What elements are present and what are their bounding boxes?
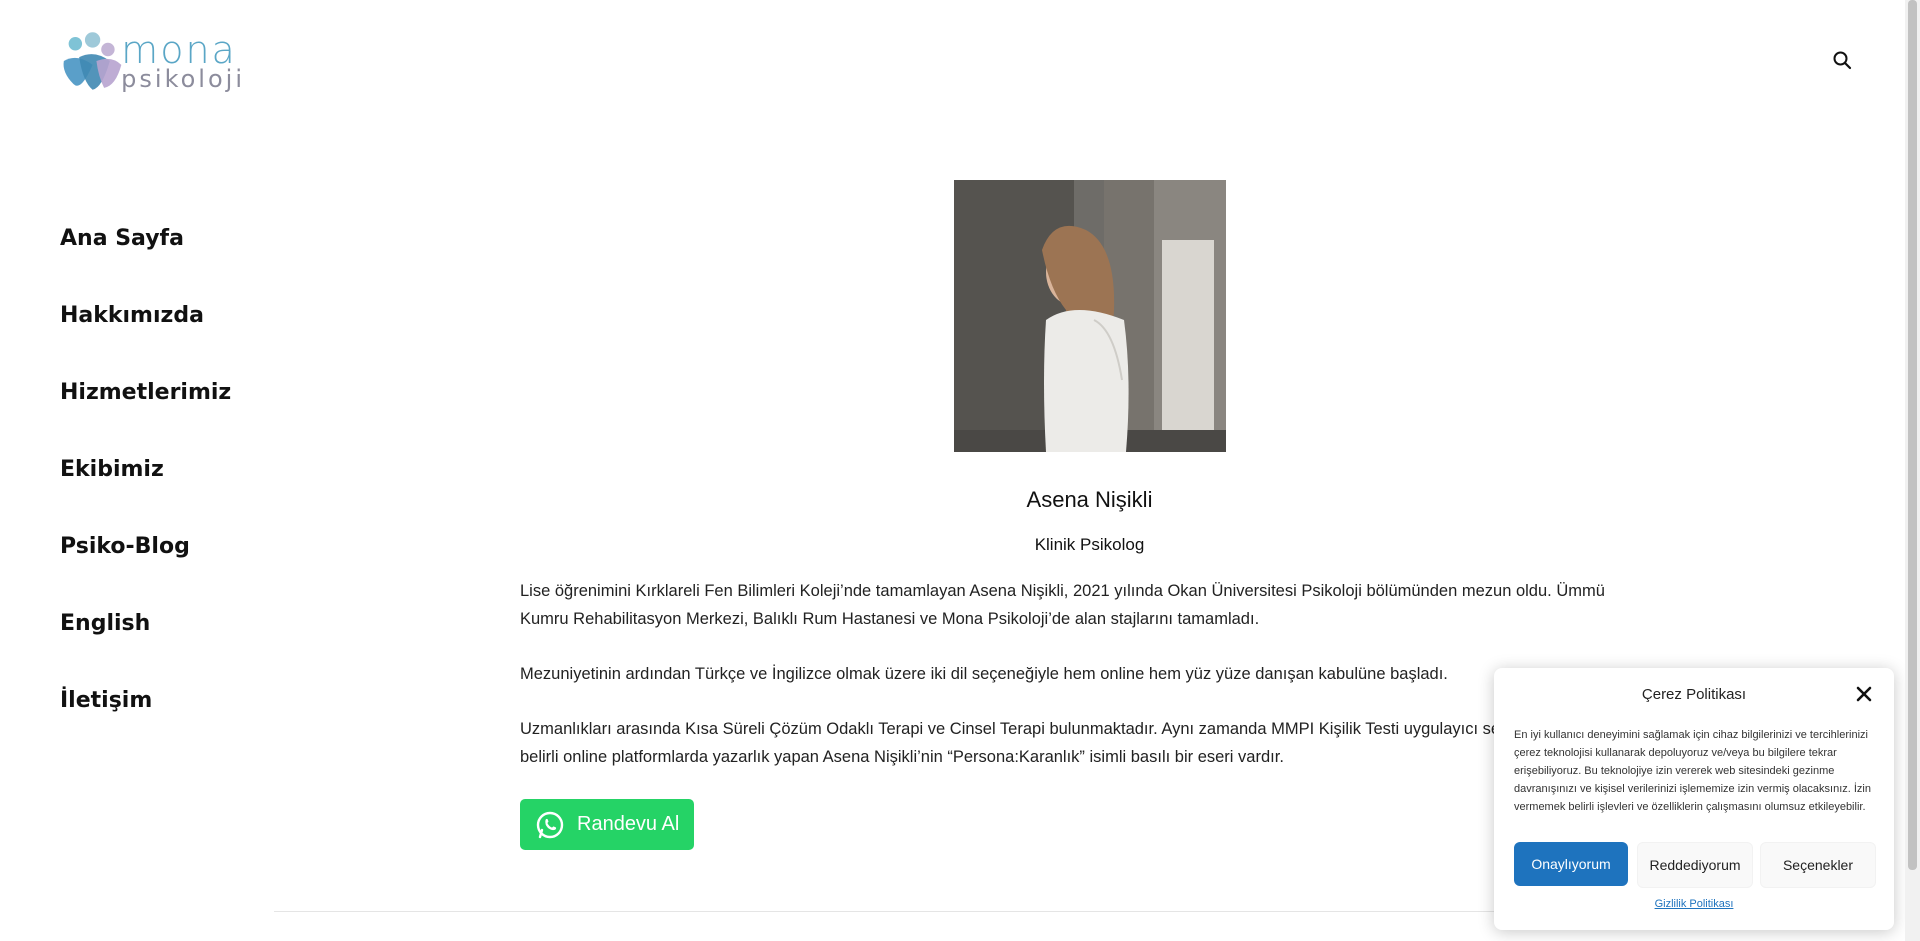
profile-photo	[954, 180, 1226, 452]
close-icon[interactable]	[1854, 684, 1874, 704]
bio-paragraph: Uzmanlıkları arasında Kısa Süreli Çözüm …	[520, 720, 1605, 766]
cookie-title: Çerez Politikası	[1641, 686, 1747, 703]
nav-item-hizmetlerimiz[interactable]: Hizmetlerimiz	[60, 372, 231, 449]
scrollbar-thumb[interactable]	[1908, 0, 1917, 870]
profile-bio: Lise öğrenimini Kırklareli Fen Bilimleri…	[520, 577, 1620, 798]
logo-name: mona	[121, 28, 237, 72]
nav-item-hakkimizda[interactable]: Hakkımızda	[60, 295, 231, 372]
nav-item-psiko-blog[interactable]: Psiko-Blog	[60, 526, 231, 603]
profile-title: Klinik Psikolog	[1034, 535, 1145, 554]
cookie-text: En iyi kullanıcı deneyimini sağlamak içi…	[1514, 729, 1871, 813]
nav-item-ekibimiz[interactable]: Ekibimiz	[60, 449, 231, 526]
privacy-policy-link[interactable]: Gizlilik Politikası	[1494, 898, 1894, 910]
accept-button[interactable]: Onaylıyorum	[1514, 842, 1628, 886]
search-icon[interactable]	[1832, 50, 1852, 70]
site-logo[interactable]: mona psikoloji	[60, 26, 245, 96]
logo-sub: psikoloji	[121, 65, 245, 93]
bio-paragraph: Mezuniyetinin ardından Türkçe ve İngiliz…	[520, 665, 1448, 683]
cookie-dialog: Çerez Politikası En iyi kullanıcı deneyi…	[1494, 668, 1894, 930]
nav-item-english[interactable]: English	[60, 603, 231, 680]
page-scrollbar[interactable]	[1905, 0, 1920, 941]
nav-item-iletisim[interactable]: İletişim	[60, 680, 231, 757]
options-button[interactable]: Seçenekler	[1760, 842, 1876, 888]
side-nav: Ana Sayfa Hakkımızda Hizmetlerimiz Ekibi…	[60, 218, 231, 757]
logo-mark-icon	[63, 32, 122, 90]
deny-button[interactable]: Reddediyorum	[1637, 842, 1753, 888]
cta-label: Randevu Al	[577, 813, 680, 835]
randevu-al-button[interactable]: Randevu Al	[520, 799, 694, 850]
nav-item-ana-sayfa[interactable]: Ana Sayfa	[60, 218, 231, 295]
bio-paragraph: Lise öğrenimini Kırklareli Fen Bilimleri…	[520, 582, 1605, 628]
profile-name: Asena Nişikli	[1026, 487, 1153, 512]
whatsapp-icon	[536, 811, 564, 838]
